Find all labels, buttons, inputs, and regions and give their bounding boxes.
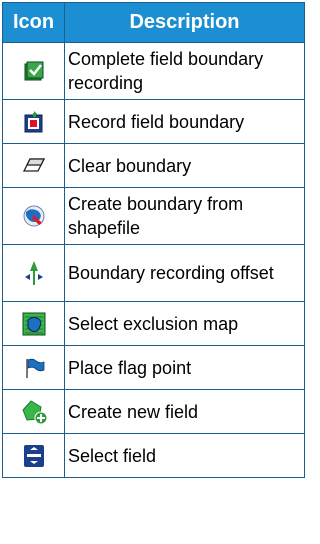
description-cell: Select field <box>64 433 305 478</box>
table-header-row: Icon Description <box>2 2 305 43</box>
icon-description-table: Icon Description Complete field boundary… <box>2 2 305 478</box>
new-field-icon <box>21 399 47 424</box>
table-row: Create new field <box>2 389 305 434</box>
description-column-header: Description <box>64 2 305 43</box>
table-row: Place flag point <box>2 345 305 390</box>
description-cell: Record field boundary <box>64 99 305 144</box>
icon-column-header: Icon <box>2 2 65 43</box>
table-row: Clear boundary <box>2 143 305 188</box>
table-row: Select field <box>2 433 305 478</box>
boundary-offset-icon <box>24 261 43 285</box>
icon-cell <box>2 345 65 390</box>
shapefile-boundary-icon <box>23 205 44 227</box>
icon-cell <box>2 143 65 188</box>
icon-cell <box>2 389 65 434</box>
icon-cell <box>2 99 65 144</box>
description-cell: Create new field <box>64 389 305 434</box>
description-cell: Place flag point <box>64 345 305 390</box>
icon-cell <box>2 42 65 100</box>
flag-icon <box>25 358 44 378</box>
description-cell: Boundary recording offset <box>64 244 305 302</box>
icon-cell <box>2 301 65 346</box>
table-row: Record field boundary <box>2 99 305 144</box>
table-row: Select exclusion map <box>2 301 305 346</box>
table-row: Create boundary from shapefile <box>2 187 305 245</box>
description-cell: Select exclusion map <box>64 301 305 346</box>
complete-boundary-icon <box>24 61 43 81</box>
eraser-icon <box>22 157 45 172</box>
icon-cell <box>2 244 65 302</box>
description-cell: Create boundary from shapefile <box>64 187 305 245</box>
description-cell: Clear boundary <box>64 143 305 188</box>
icon-cell <box>2 187 65 245</box>
exclusion-map-icon <box>22 312 45 335</box>
icon-cell <box>2 433 65 478</box>
table-row: Boundary recording offset <box>2 244 305 302</box>
table-row: Complete field boundary recording <box>2 42 305 100</box>
record-boundary-icon <box>24 110 42 132</box>
select-field-icon <box>23 444 44 467</box>
description-cell: Complete field boundary recording <box>64 42 305 100</box>
